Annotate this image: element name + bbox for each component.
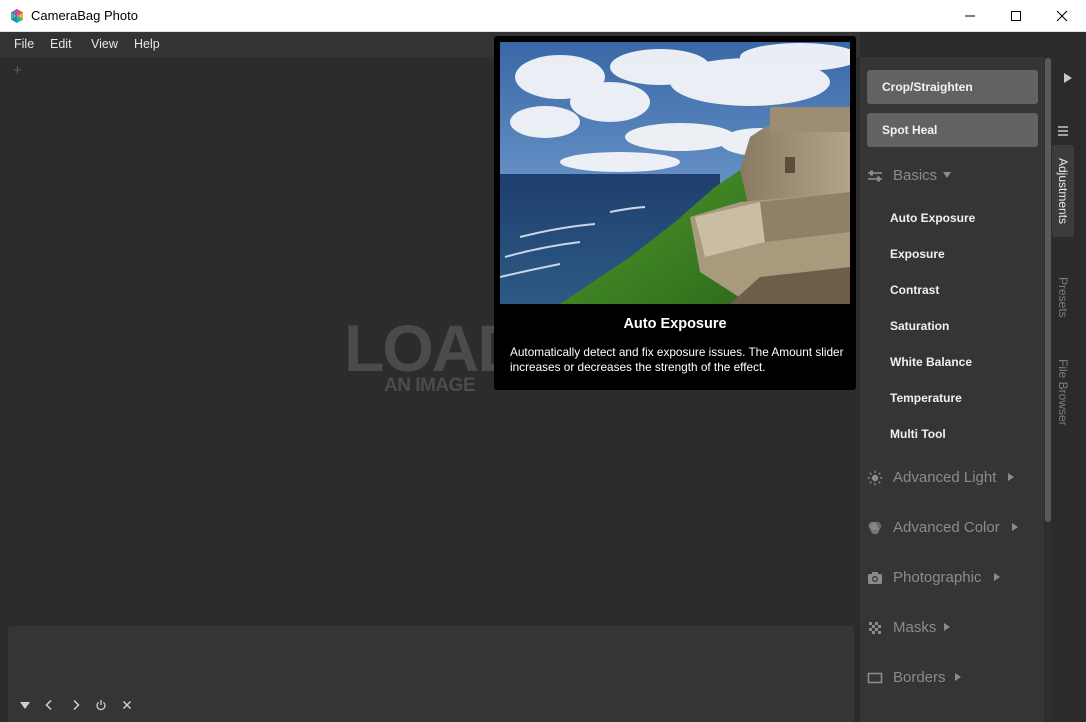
color-circles-icon: [868, 521, 882, 535]
adjustment-tooltip: Auto Exposure Automatically detect and f…: [494, 36, 856, 390]
previous-image-button[interactable]: [42, 698, 56, 712]
chevron-down-icon: [943, 172, 951, 178]
menu-file[interactable]: File: [14, 38, 34, 51]
chevron-right-icon: [955, 673, 961, 681]
spot-heal-button[interactable]: Spot Heal: [867, 113, 1038, 147]
collapse-filmstrip-button[interactable]: [18, 698, 32, 712]
adjustment-white-balance[interactable]: White Balance: [890, 355, 972, 369]
camera-icon: [868, 572, 882, 584]
section-masks[interactable]: Masks: [860, 617, 1052, 639]
adjustment-contrast[interactable]: Contrast: [890, 283, 939, 297]
maximize-button[interactable]: [993, 0, 1039, 32]
tooltip-preview-image: [500, 42, 850, 304]
panel-scrollbar-thumb[interactable]: [1045, 58, 1051, 522]
camerabag-logo-icon: [11, 9, 23, 23]
chevron-right-icon: [994, 573, 1000, 581]
tab-presets[interactable]: Presets: [1052, 257, 1074, 337]
section-advanced-light-label: Advanced Light: [893, 469, 997, 486]
crop-straighten-button[interactable]: Crop/Straighten: [867, 70, 1038, 104]
camerabag-window: CameraBag Photo File Edit View Help + LO…: [0, 0, 1086, 722]
section-masks-label: Masks: [893, 619, 937, 636]
filmstrip[interactable]: [8, 626, 854, 722]
border-frame-icon: [867, 672, 883, 684]
adjustment-saturation[interactable]: Saturation: [890, 319, 949, 333]
adjustments-panel: Crop/Straighten Spot Heal Basics Auto Ex…: [860, 57, 1052, 722]
tooltip-description: Automatically detect and fix exposure is…: [510, 345, 844, 374]
close-button[interactable]: [1039, 0, 1085, 32]
minimize-button[interactable]: [947, 0, 993, 32]
power-icon: [96, 700, 106, 711]
close-icon: [1056, 10, 1068, 22]
window-title: CameraBag Photo: [31, 8, 138, 23]
chevron-right-icon: [944, 623, 950, 631]
section-borders-label: Borders: [893, 669, 946, 686]
tab-presets-label: Presets: [1056, 276, 1070, 318]
remove-image-button[interactable]: [120, 698, 134, 712]
section-advanced-color-label: Advanced Color: [893, 519, 1000, 536]
tab-file-browser[interactable]: File Browser: [1052, 347, 1074, 437]
power-button[interactable]: [94, 698, 108, 712]
adjustment-multi-tool[interactable]: Multi Tool: [890, 427, 946, 441]
collapse-panel-button[interactable]: [1063, 71, 1073, 89]
section-photographic-label: Photographic: [893, 569, 982, 586]
section-advanced-light[interactable]: Advanced Light: [860, 467, 1052, 489]
side-tab-strip: Adjustments Presets File Browser: [1052, 57, 1086, 722]
tab-adjustments-label: Adjustments: [1056, 157, 1070, 225]
tab-adjustments[interactable]: Adjustments: [1052, 145, 1074, 237]
checkerboard-icon: [869, 622, 881, 634]
section-basics-label: Basics: [893, 167, 938, 184]
tab-file-browser-label: File Browser: [1056, 358, 1070, 426]
add-image-icon[interactable]: +: [13, 63, 22, 78]
minimize-icon: [965, 15, 975, 17]
an-image-placeholder-text: AN IMAGE: [384, 375, 476, 396]
next-image-button[interactable]: [69, 698, 83, 712]
triangle-down-icon: [20, 702, 30, 709]
tooltip-title: Auto Exposure: [623, 316, 727, 332]
adjustment-auto-exposure[interactable]: Auto Exposure: [890, 211, 975, 225]
chevron-right-icon: [1008, 473, 1014, 481]
menu-edit[interactable]: Edit: [50, 38, 72, 51]
adjustment-temperature[interactable]: Temperature: [890, 391, 962, 405]
chevron-left-icon: [45, 699, 52, 711]
section-advanced-color[interactable]: Advanced Color: [860, 517, 1052, 539]
x-icon: [123, 701, 131, 709]
panel-menu-button[interactable]: [1057, 124, 1069, 142]
menu-help[interactable]: Help: [134, 38, 160, 51]
section-borders[interactable]: Borders: [860, 667, 1052, 689]
menu-view[interactable]: View: [91, 38, 118, 51]
title-bar: CameraBag Photo: [0, 0, 1086, 32]
adjustment-exposure[interactable]: Exposure: [890, 247, 945, 261]
sliders-icon: [868, 170, 882, 182]
maximize-icon: [1011, 11, 1021, 21]
section-basics[interactable]: Basics: [860, 165, 1052, 187]
chevron-right-icon: [73, 699, 80, 711]
section-photographic[interactable]: Photographic: [860, 567, 1052, 589]
sun-icon: [867, 470, 883, 486]
play-triangle-icon: [1064, 73, 1072, 83]
chevron-right-icon: [1012, 523, 1018, 531]
hamburger-menu-icon: [1058, 126, 1068, 136]
